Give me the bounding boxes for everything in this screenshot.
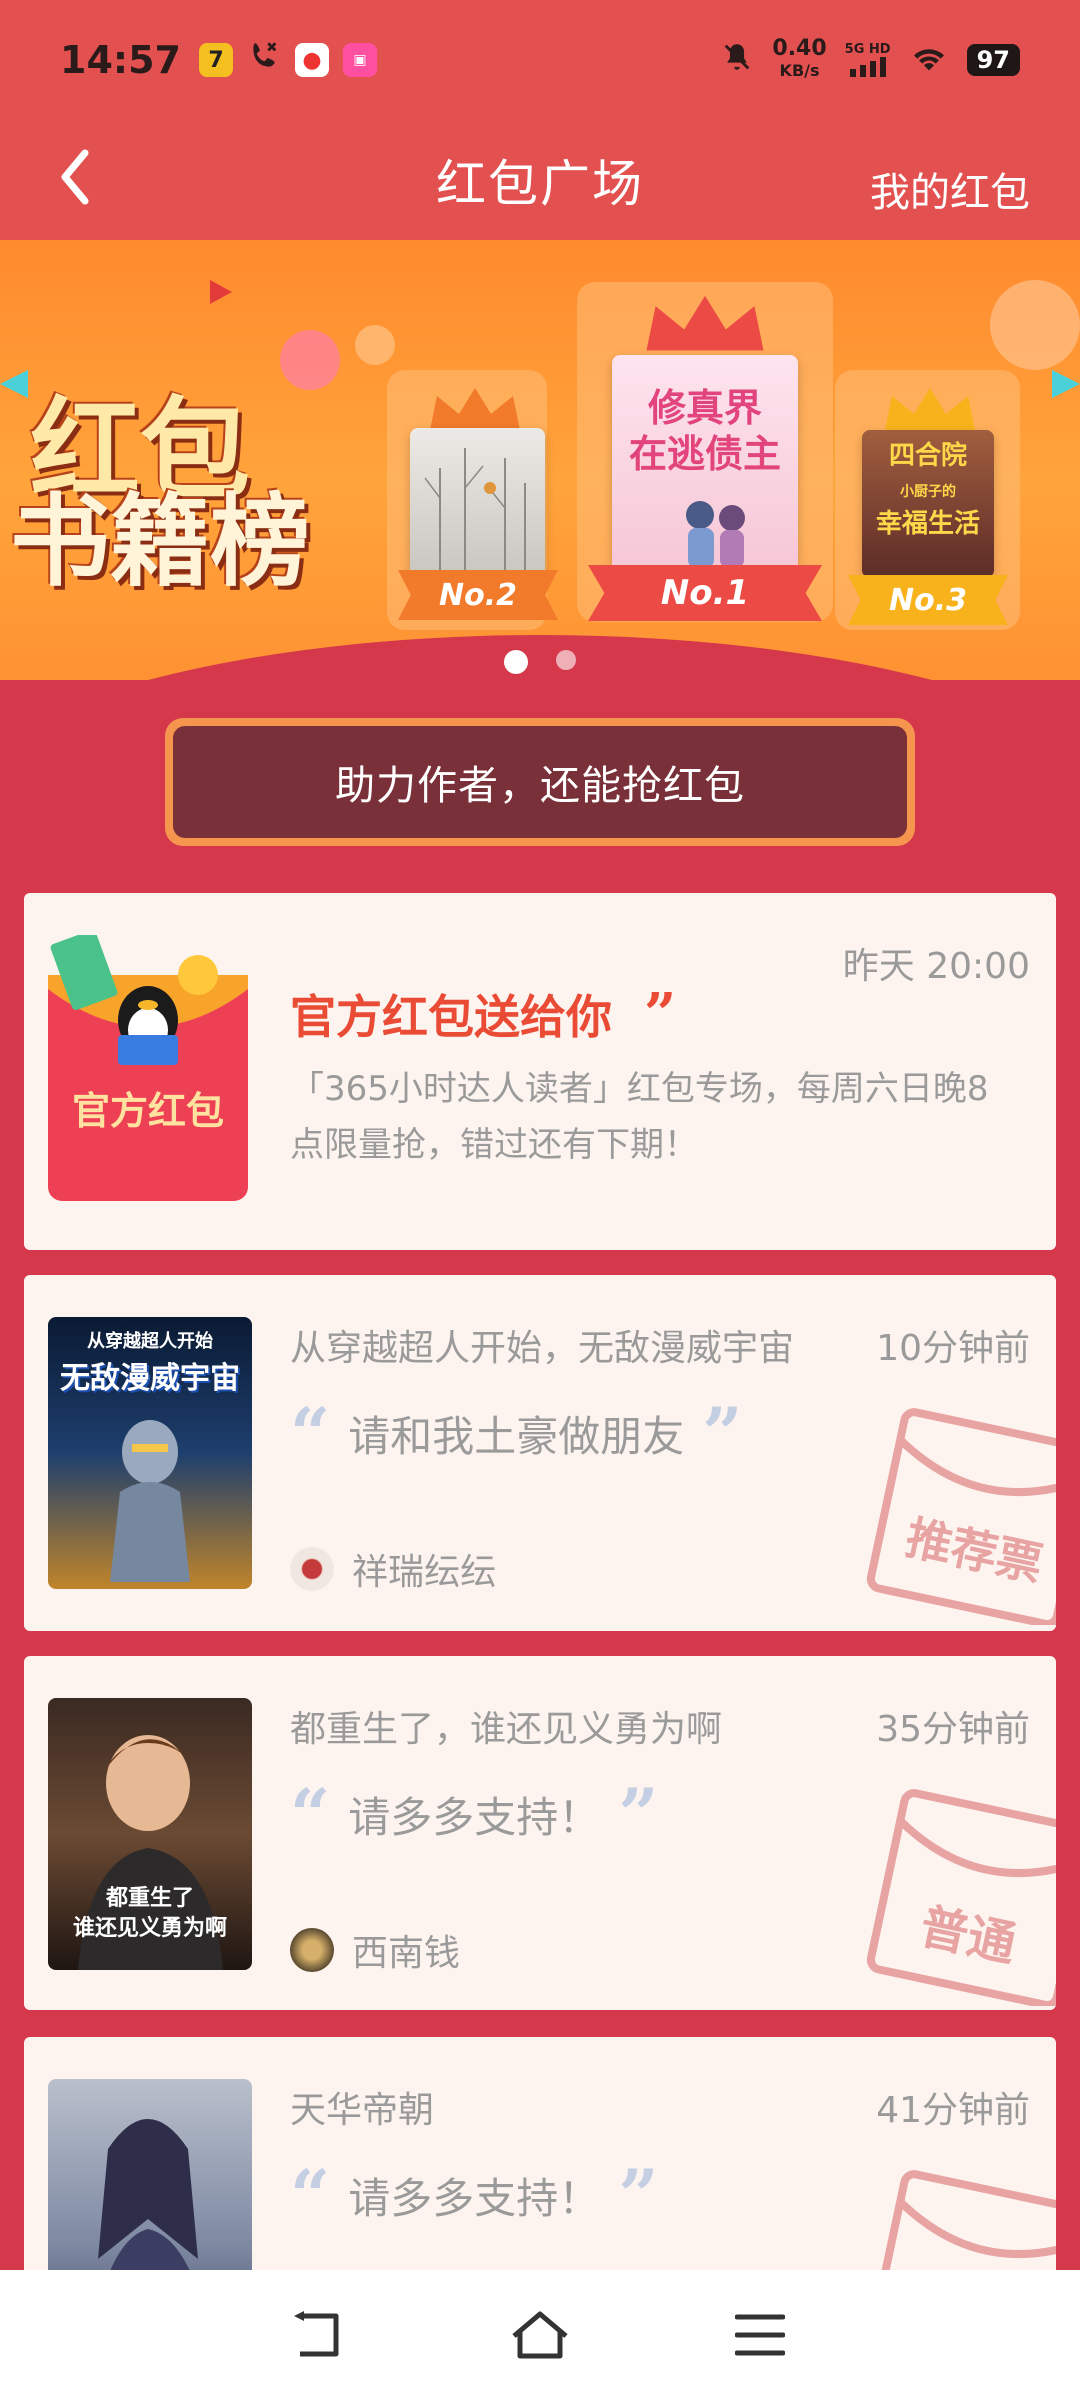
quote-close-icon: ” <box>702 1391 743 1475</box>
page-title: 红包广场 <box>436 155 644 213</box>
nav-back-button[interactable] <box>285 2300 355 2370</box>
sender-name: 西南钱 <box>352 1933 461 1974</box>
rank-badge-2: No.2 <box>398 570 558 620</box>
winter-trees-illustration <box>424 448 526 578</box>
balloon-decoration <box>990 280 1080 370</box>
book-cover[interactable]: 从穿越超人开始 无敌漫威宇宙 <box>48 1317 252 1589</box>
message-text: 请和我土豪做朋友 <box>348 1412 685 1461</box>
cover-subtitle: 从穿越超人开始 <box>87 1331 213 1352</box>
rank-badge-3: No.3 <box>848 575 1008 625</box>
book-cover-title: 四合院 小厨子的 幸福生活 <box>875 441 980 539</box>
bird-app-icon: ● <box>294 43 329 77</box>
signal-icon: 5G HD <box>845 43 891 77</box>
ranking-banner[interactable]: 红包 书籍榜 修真界 在逃债主 四合院 小厨子的 幸福生活 No.2 No.1 No.… <box>0 240 1080 680</box>
avatar <box>290 1547 334 1591</box>
sender[interactable]: 祥瑞纭纭 <box>290 1543 496 1595</box>
official-desc: 「365小时达人读者」红包专场，每周六日晚8点限量抢，错过还有下期！ <box>290 1069 989 1165</box>
stamp-decoration: 普通 <box>866 1786 1056 2006</box>
card-time: 昨天 20:00 <box>842 946 1030 987</box>
official-redpacket-image: 官方红包 <box>48 930 248 1201</box>
back-button[interactable] <box>40 142 110 212</box>
nav-menu-button[interactable] <box>725 2300 795 2370</box>
status-time: 14:57 <box>60 38 181 82</box>
anime-characters-illustration <box>686 501 745 568</box>
carousel-indicator <box>0 650 1080 674</box>
official-redpacket-card[interactable]: 昨天 20:00 官方红包 官方红包送给你 ” 「365小时达人读者」红包专场，… <box>24 893 1056 1250</box>
book-cover-rank-2[interactable] <box>410 428 545 578</box>
system-nav-bar <box>0 2270 1080 2400</box>
my-redpacket-link[interactable]: 我的红包 <box>870 160 1030 218</box>
cover-title: 无敌漫威宇宙 <box>60 1361 240 1396</box>
redpacket-card[interactable]: 从穿越超人开始 无敌漫威宇宙 从穿越超人开始，无敌漫威宇宙 10分钟前 “ 请和… <box>24 1275 1056 1631</box>
quote-close-icon: ” <box>618 1772 659 1856</box>
cover-title: 都重生了 谁还见义勇为啊 <box>72 1886 227 1941</box>
robot-illustration <box>110 1420 190 1582</box>
triangle-decoration <box>1052 370 1080 398</box>
signal-label: 5G HD <box>844 42 891 57</box>
book-name: 都重生了，谁还见义勇为啊 <box>290 1709 723 1750</box>
carousel-dot <box>556 650 576 670</box>
sender-name: 祥瑞纭纭 <box>352 1552 497 1593</box>
rank-badge-1: No.1 <box>588 565 822 621</box>
crown-icon <box>646 295 764 351</box>
message-quote: “ 请多多支持！ ” <box>290 2153 659 2237</box>
sender[interactable]: 西南钱 <box>290 1924 460 1976</box>
net-speed-unit: KB/s <box>779 61 820 80</box>
official-title: 官方红包送给你 ” <box>290 981 676 1047</box>
carousel-dot-active <box>504 650 528 674</box>
card-time: 35分钟前 <box>876 1709 1030 1750</box>
book-cover-rank-3[interactable]: 四合院 小厨子的 幸福生活 <box>862 430 994 578</box>
book-cover[interactable]: 都重生了 谁还见义勇为啊 <box>48 1698 252 1970</box>
message-text: 请多多支持！ <box>348 2174 601 2223</box>
status-notifications: 7 ● ▣ <box>198 38 377 82</box>
official-redpacket-badge: 官方红包 <box>71 1089 224 1133</box>
battery-indicator: 97 <box>966 44 1020 76</box>
redpacket-booklist-logo: 红包 书籍榜 <box>0 350 370 600</box>
net-speed-value: 0.40 <box>772 36 827 61</box>
card-time: 10分钟前 <box>876 1328 1030 1369</box>
logo-line2: 书籍榜 <box>10 482 310 600</box>
net-speed: 0.40 KB/s <box>772 38 826 82</box>
redpacket-envelope-illustration <box>48 930 248 1201</box>
message-text: 请多多支持！ <box>348 1793 601 1842</box>
top-nav-bar: 红包广场 我的红包 <box>0 120 1080 240</box>
book-cover-title: 修真界 在逃债主 <box>628 385 781 476</box>
nav-home-button[interactable] <box>505 2300 575 2370</box>
crown-icon <box>430 388 520 430</box>
wifi-icon <box>909 40 949 80</box>
triangle-decoration <box>210 280 232 304</box>
cta-frame: 助力作者，还能抢红包 <box>165 718 915 846</box>
quote-close-icon: ” <box>618 2153 659 2237</box>
app-7-icon: 7 <box>198 43 233 77</box>
menu-icon <box>735 2314 785 2356</box>
missed-call-icon <box>247 38 281 82</box>
quote-open-icon: “ <box>290 1772 331 1856</box>
book-name: 从穿越超人开始，无敌漫威宇宙 <box>290 1328 795 1369</box>
quote-close-icon: ” <box>644 981 677 1047</box>
avatar <box>290 1928 334 1972</box>
status-indicators: 0.40 KB/s 5G HD 97 <box>720 38 1020 82</box>
quote-open-icon: “ <box>290 2153 331 2237</box>
home-icon <box>512 2311 568 2359</box>
message-quote: “ 请多多支持！ ” <box>290 1772 659 1856</box>
book-name: 天华帝朝 <box>290 2090 435 2131</box>
support-author-button[interactable]: 助力作者，还能抢红包 <box>173 726 907 838</box>
chevron-left-icon <box>61 149 89 205</box>
promo-app-icon: ▣ <box>342 43 377 77</box>
book-cover-rank-1[interactable]: 修真界 在逃债主 <box>612 355 798 575</box>
message-quote: “ 请和我土豪做朋友 ” <box>290 1391 743 1475</box>
official-title-text: 官方红包送给你 <box>290 990 612 1044</box>
quote-open-icon: “ <box>290 1391 331 1475</box>
stamp-decoration: 推荐票 <box>866 1405 1056 1625</box>
crown-icon <box>885 388 975 430</box>
card-time: 41分钟前 <box>876 2090 1030 2131</box>
mute-icon <box>720 40 754 80</box>
status-bar: 14:57 7 ● ▣ 0.40 KB/s 5G HD 97 <box>0 0 1080 120</box>
redpacket-card[interactable]: 都重生了 谁还见义勇为啊 都重生了，谁还见义勇为啊 35分钟前 “ 请多多支持！ … <box>24 1656 1056 2010</box>
back-arrow-icon <box>294 2311 339 2357</box>
